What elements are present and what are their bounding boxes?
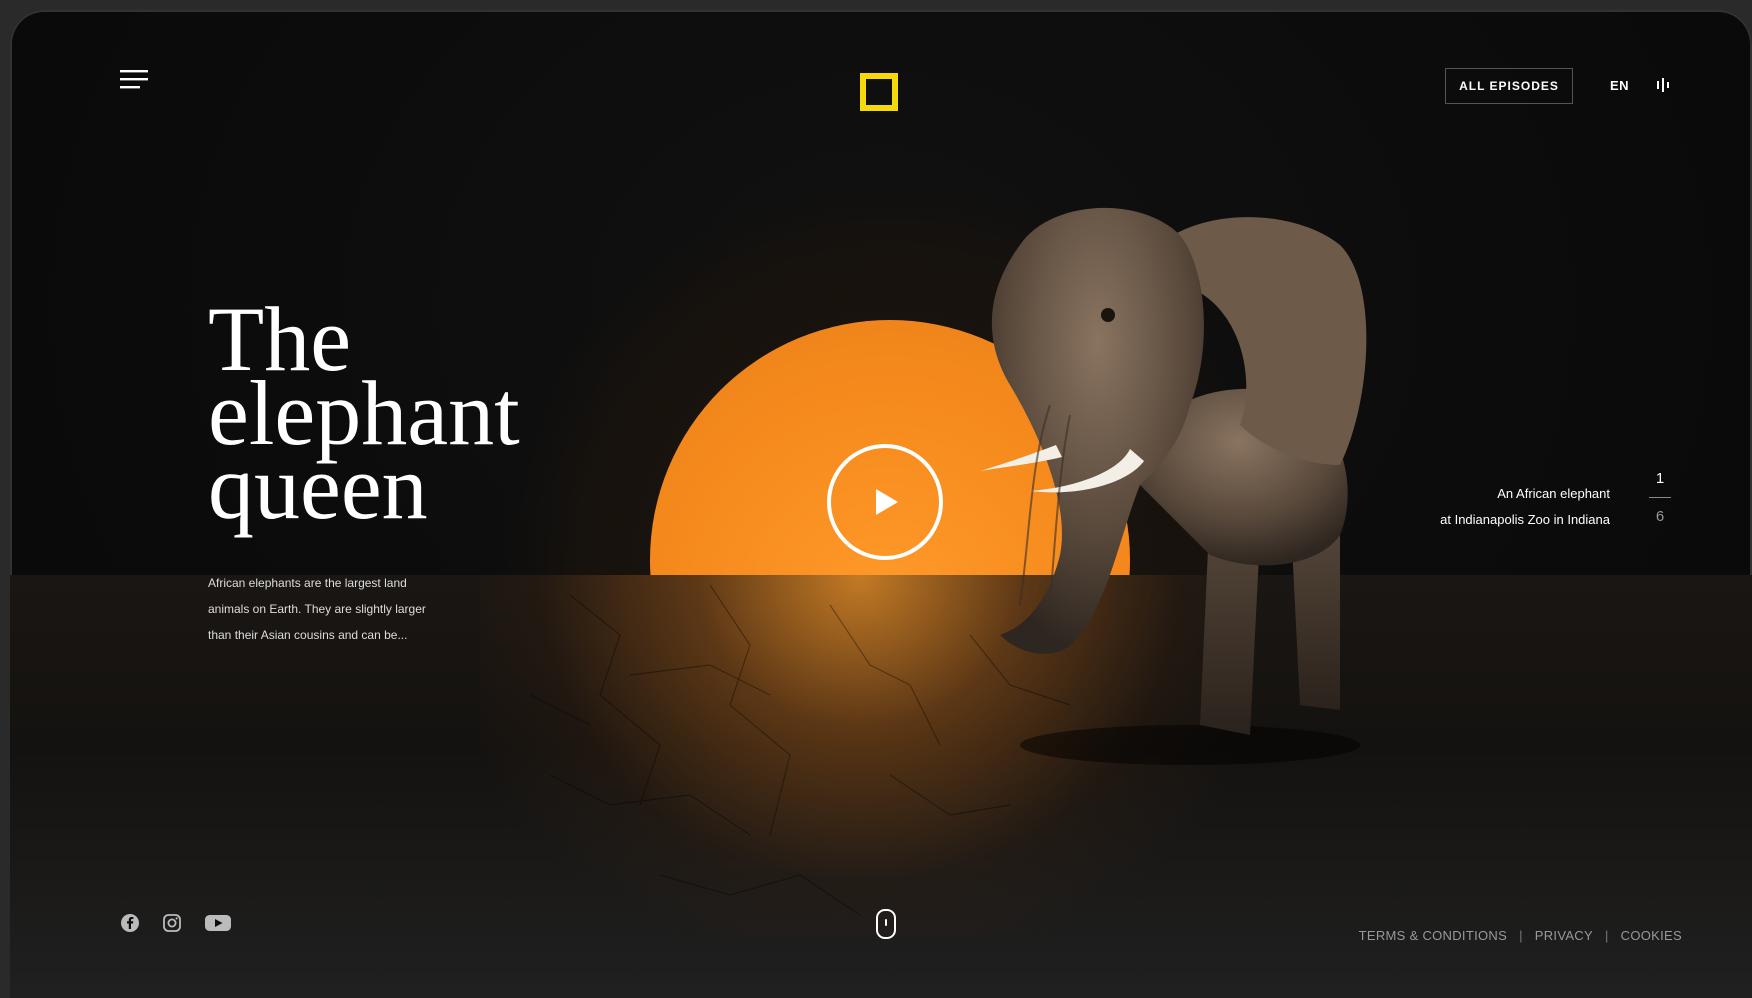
instagram-icon[interactable] [162, 913, 182, 933]
caption-line-2: at Indianapolis Zoo in Indiana [1440, 512, 1610, 527]
logo-icon[interactable] [860, 73, 898, 111]
counter-divider [1649, 497, 1671, 498]
slide-counter: 1 6 [1640, 470, 1680, 525]
youtube-icon[interactable] [204, 913, 232, 933]
hero-description: African elephants are the largest land a… [208, 576, 426, 642]
cookies-link[interactable]: COOKIES [1621, 928, 1682, 943]
terms-link[interactable]: TERMS & CONDITIONS [1359, 928, 1507, 943]
page-frame: ALL EPISODES EN The elephant queen Afric… [10, 10, 1752, 998]
caption-line-1: An African elephant [1497, 486, 1610, 501]
current-slide: 1 [1655, 470, 1665, 487]
hamburger-menu-icon[interactable] [120, 68, 148, 90]
play-icon [876, 489, 898, 515]
social-links [120, 913, 232, 933]
footer-separator: | [1519, 928, 1523, 943]
mouse-scroll-icon[interactable] [876, 909, 896, 939]
audio-bars-icon[interactable] [1656, 77, 1670, 93]
slide-caption: An African elephant at Indianapolis Zoo … [1410, 481, 1610, 533]
hero-title: The elephant queen [208, 293, 520, 533]
total-slides: 6 [1655, 508, 1665, 525]
elephant-image [980, 207, 1367, 765]
privacy-link[interactable]: PRIVACY [1535, 928, 1593, 943]
all-episodes-button[interactable]: ALL EPISODES [1445, 68, 1573, 104]
language-switch[interactable]: EN [1610, 78, 1629, 93]
play-button[interactable] [827, 444, 943, 560]
footer-links: TERMS & CONDITIONS | PRIVACY | COOKIES [1359, 928, 1682, 943]
footer-separator: | [1604, 928, 1609, 943]
facebook-icon[interactable] [120, 913, 140, 933]
